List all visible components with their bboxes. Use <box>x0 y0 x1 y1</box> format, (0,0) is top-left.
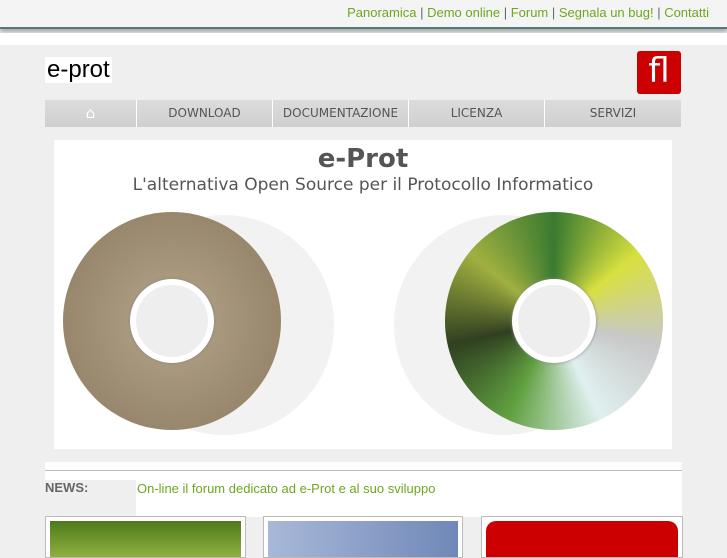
disc-hub <box>130 279 214 363</box>
banner-subtitle: L'alternativa Open Source per il Protoco… <box>132 175 594 195</box>
news-divider <box>45 470 682 471</box>
feature-card[interactable] <box>481 516 683 558</box>
news-label: NEWS: <box>45 480 136 516</box>
link-forum[interactable]: Forum <box>511 5 549 20</box>
feature-card[interactable] <box>263 516 463 558</box>
nav-home[interactable]: ⌂ <box>45 100 137 127</box>
disc-hub <box>512 279 596 363</box>
globe-image <box>50 521 241 557</box>
site-logo[interactable]: e-prot <box>45 57 112 83</box>
link-demo[interactable]: Demo online <box>427 5 500 20</box>
divider <box>0 33 727 45</box>
banner-title: e-Prot <box>317 144 409 174</box>
home-icon: ⌂ <box>85 104 96 122</box>
main-nav: ⌂ DOWNLOAD DOCUMENTAZIONE LICENZA SERVIZ… <box>45 100 681 127</box>
nav-licenza[interactable]: LICENZA <box>409 100 545 127</box>
feature-image <box>486 521 678 557</box>
feature-card[interactable] <box>45 516 246 558</box>
link-contatti[interactable]: Contatti <box>664 5 709 20</box>
partner-logo[interactable]: fl <box>637 51 681 94</box>
feature-image <box>268 521 458 557</box>
top-links: Panoramica | Demo online | Forum | Segna… <box>347 5 709 20</box>
top-bar: Panoramica | Demo online | Forum | Segna… <box>0 0 727 29</box>
banner: e-Prot L'alternativa Open Source per il … <box>54 140 672 449</box>
news-item[interactable]: On-line il forum dedicato ad e-Prot e al… <box>137 481 435 496</box>
nav-download[interactable]: DOWNLOAD <box>137 100 273 127</box>
nav-documentazione[interactable]: DOCUMENTAZIONE <box>273 100 409 127</box>
link-panoramica[interactable]: Panoramica <box>347 5 416 20</box>
nav-servizi[interactable]: SERVIZI <box>545 100 681 127</box>
link-bug[interactable]: Segnala un bug! <box>559 5 654 20</box>
